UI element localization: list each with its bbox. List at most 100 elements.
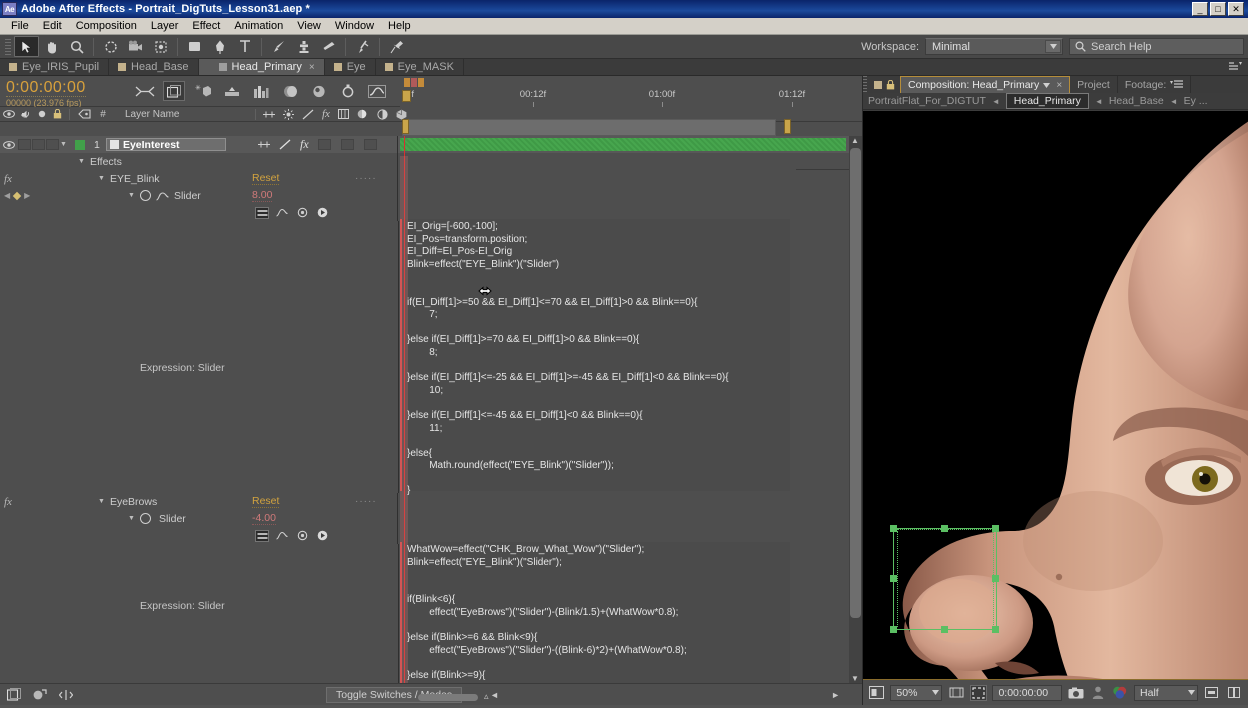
work-area-bar[interactable] — [400, 119, 848, 136]
keyframe-navigator[interactable]: ◀ ▶ — [4, 191, 30, 200]
layer-name-cell[interactable]: ▼ 1 EyeInterest fx — [0, 136, 398, 153]
selection-handle-bl[interactable] — [890, 626, 897, 633]
property-value[interactable]: -4.00 — [252, 512, 276, 525]
tab-eye-mask[interactable]: Eye_MASK — [375, 59, 464, 75]
property-disclosure-triangle[interactable]: ▼ — [128, 192, 135, 199]
breadcrumb-item-eye[interactable]: Ey ... — [1184, 95, 1208, 107]
scroll-up-icon[interactable]: ▲ — [851, 136, 859, 145]
graph-editor-icon[interactable] — [366, 81, 388, 101]
work-area-start-handle[interactable] — [402, 119, 409, 134]
expression-enable-icon[interactable] — [255, 206, 269, 219]
search-help-input[interactable]: Search Help — [1069, 38, 1244, 55]
stopwatch-icon[interactable] — [139, 513, 151, 524]
expression-graph-toggle-icon[interactable] — [275, 530, 289, 542]
lock-icon[interactable] — [49, 107, 66, 121]
property-value[interactable]: 8.00 — [252, 189, 273, 202]
layer-number-header[interactable]: # — [95, 107, 111, 121]
chevron-down-icon[interactable] — [1043, 82, 1051, 88]
layer-disclosure-triangle[interactable]: ▼ — [60, 141, 67, 148]
zoom-out-icon[interactable]: ▵ — [484, 691, 489, 702]
close-icon[interactable]: × — [309, 62, 315, 73]
layer-name-header[interactable]: Layer Name — [111, 107, 179, 121]
breadcrumb-item-head-primary[interactable]: Head_Primary — [1005, 93, 1089, 109]
expression-graph-icon[interactable] — [156, 191, 169, 201]
layer-name-input[interactable]: EyeInterest — [105, 138, 226, 151]
shape-tool[interactable] — [182, 36, 207, 57]
prev-keyframe-icon[interactable]: ◀ — [4, 191, 10, 200]
work-area-track[interactable] — [402, 119, 776, 136]
property-name-cell[interactable]: ◀ ▶ ▼ Slider 8.00 — [0, 187, 398, 204]
type-tool[interactable] — [232, 36, 257, 57]
composition-viewer-canvas[interactable] — [863, 111, 1248, 679]
audio-icon[interactable] — [18, 107, 34, 121]
scroll-down-icon[interactable]: ▼ — [851, 674, 859, 683]
shy-layers-icon[interactable] — [279, 81, 301, 101]
snapshot-camera-icon[interactable] — [1067, 685, 1084, 701]
layer-timeline-bar-area[interactable] — [398, 136, 862, 153]
eraser-tool[interactable] — [316, 36, 341, 57]
property-row-slider-blink[interactable]: ◀ ▶ ▼ Slider 8.00 — [0, 187, 862, 204]
composition-mini-flowchart-icon[interactable] — [163, 81, 185, 101]
shy-switch-icon[interactable] — [258, 140, 270, 149]
transparency-grid-icon[interactable] — [1203, 685, 1220, 701]
viewer-tab-grip[interactable] — [863, 76, 867, 93]
switch-box-2[interactable] — [340, 139, 354, 150]
current-time-indicator-head[interactable] — [402, 90, 411, 102]
frame-blending-icon[interactable] — [308, 81, 330, 101]
menu-file[interactable]: File — [4, 19, 36, 33]
resolution-select[interactable]: Half — [1134, 684, 1199, 701]
expression-pickwhip-icon[interactable] — [295, 530, 309, 542]
expression-language-menu-icon[interactable] — [315, 530, 329, 542]
layer-selection-box[interactable] — [893, 528, 997, 630]
graph-bars-icon[interactable] — [250, 81, 272, 101]
stopwatch-icon[interactable] — [139, 190, 151, 201]
layer-duration-bar[interactable] — [400, 138, 846, 151]
chevron-down-icon[interactable] — [932, 690, 940, 695]
chevron-down-icon[interactable] — [1045, 40, 1061, 53]
region-of-interest-icon[interactable] — [969, 684, 988, 701]
layer-row-eyeinterest[interactable]: ▼ 1 EyeInterest fx — [0, 136, 862, 153]
motion-blur-icon[interactable] — [221, 81, 243, 101]
selection-handle-br[interactable] — [992, 626, 999, 633]
layer-label-color[interactable] — [74, 139, 85, 150]
effect-row-eye-blink[interactable]: fx ▼ EYE_Blink Reset ····· — [0, 170, 862, 187]
effect-row-eyebrows[interactable]: fx ▼ EyeBrows Reset ····· — [0, 493, 862, 510]
scrollbar-thumb[interactable] — [850, 148, 861, 618]
timeline-horizontal-scrollbar[interactable]: ▵ — [398, 691, 844, 702]
hand-tool[interactable] — [39, 36, 64, 57]
zoom-level-select[interactable]: 50% — [890, 684, 943, 701]
effect-name-cell[interactable]: fx ▼ EYE_Blink Reset ····· — [0, 170, 398, 187]
clone-stamp-tool[interactable] — [291, 36, 316, 57]
close-icon[interactable]: × — [1056, 80, 1062, 91]
quality-icon[interactable] — [302, 109, 314, 120]
collapse-transformations-icon[interactable] — [283, 108, 294, 120]
toolbar-grip[interactable] — [5, 38, 11, 55]
comp-flowchart-icon[interactable] — [4, 687, 24, 703]
quality-switch-icon[interactable] — [279, 139, 291, 150]
panel-menu-icon[interactable] — [1170, 79, 1184, 90]
maximize-button[interactable]: □ — [1210, 2, 1226, 16]
3d-renderer-icon[interactable]: ✳ — [192, 81, 214, 101]
toggle-switches-icon[interactable] — [30, 687, 50, 703]
channel-rgb-icon[interactable] — [1112, 685, 1129, 701]
search-layers-icon[interactable] — [134, 81, 156, 101]
view-layout-icon[interactable] — [1226, 685, 1243, 701]
next-keyframe-icon[interactable]: ▶ — [24, 191, 30, 200]
time-ruler[interactable]: 0f 00:12f 01:00f 01:12f — [400, 76, 862, 107]
show-snapshot-icon[interactable] — [1089, 685, 1106, 701]
menu-edit[interactable]: Edit — [36, 19, 69, 33]
switch-box-3[interactable] — [363, 139, 377, 150]
current-time-block[interactable]: 0:00:00:00 00000 (23.976 fps) — [0, 76, 130, 108]
adjustment-layer-icon[interactable] — [377, 108, 388, 120]
expression-pickwhip-icon[interactable] — [295, 207, 309, 219]
property-row-slider-eyebrows[interactable]: ▼ Slider -4.00 — [0, 510, 862, 527]
menu-animation[interactable]: Animation — [227, 19, 290, 33]
reset-button[interactable]: Reset — [252, 495, 280, 508]
tab-composition-head-primary[interactable]: Composition: Head_Primary × — [900, 76, 1071, 93]
menu-help[interactable]: Help — [381, 19, 418, 33]
ruler-track[interactable]: 0f 00:12f 01:00f 01:12f — [400, 88, 862, 107]
effects-group-cell[interactable]: ▼ Effects — [0, 153, 398, 170]
tab-eye-iris-pupil[interactable]: Eye_IRIS_Pupil — [0, 59, 110, 75]
pan-behind-tool[interactable] — [148, 36, 173, 57]
tab-eye[interactable]: Eye — [324, 59, 376, 75]
